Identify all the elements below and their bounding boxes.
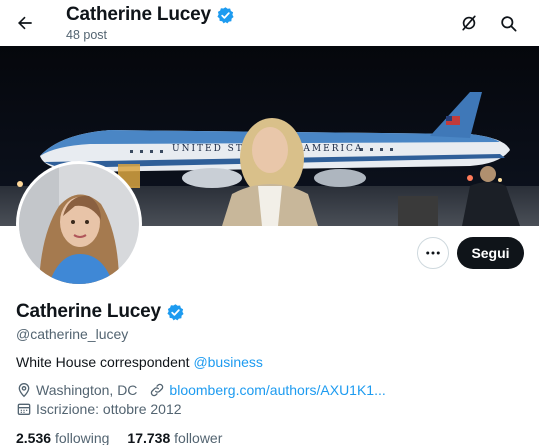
post-count: 48 post <box>66 28 108 42</box>
bio-mention-link[interactable]: @business <box>193 354 262 370</box>
bio-text: White House correspondent <box>16 354 194 370</box>
following-label: following <box>54 430 110 445</box>
grok-button[interactable] <box>455 9 483 37</box>
avatar[interactable] <box>16 161 142 287</box>
following-count: 2.536 <box>16 430 52 445</box>
profile-header: Catherine Lucey 48 post <box>0 0 539 46</box>
header-name: Catherine Lucey <box>66 4 211 25</box>
followers-label: follower <box>174 430 223 445</box>
avatar-photo <box>19 164 139 284</box>
profile-meta: Washington, DC bloomberg.com/authors/AXU… <box>16 382 386 398</box>
calendar-icon <box>17 403 31 415</box>
follow-stats: 2.536 following 17.738 follower <box>16 430 222 445</box>
verified-badge-icon[interactable] <box>166 303 185 322</box>
followers-count: 17.738 <box>127 430 171 445</box>
website-link[interactable]: bloomberg.com/authors/AXU1K1... <box>169 382 385 398</box>
more-icon <box>426 251 440 255</box>
link-icon <box>151 383 164 397</box>
more-button[interactable] <box>417 237 449 269</box>
handle: @catherine_lucey <box>16 326 129 342</box>
search-icon <box>500 15 516 31</box>
website-item: bloomberg.com/authors/AXU1K1... <box>149 382 386 398</box>
followers-link[interactable]: 17.738 follower <box>127 430 222 445</box>
verified-badge-icon <box>217 6 234 23</box>
following-link[interactable]: 2.536 following <box>16 430 109 445</box>
follow-button[interactable]: Segui <box>457 237 524 269</box>
joined-text: Iscrizione: ottobre 2012 <box>36 401 182 417</box>
bio: White House correspondent @business <box>16 354 263 370</box>
location-icon <box>18 382 30 398</box>
profile-name-row: Catherine Lucey <box>16 301 185 323</box>
location-item: Washington, DC <box>16 382 137 398</box>
display-name: Catherine Lucey <box>16 301 161 322</box>
location-text: Washington, DC <box>36 382 138 398</box>
joined-row: Iscrizione: ottobre 2012 <box>16 401 182 417</box>
back-button[interactable] <box>10 8 40 38</box>
search-button[interactable] <box>494 9 522 37</box>
header-name-row: Catherine Lucey <box>66 4 235 26</box>
back-arrow-icon <box>18 16 32 30</box>
grok-icon <box>462 15 476 31</box>
